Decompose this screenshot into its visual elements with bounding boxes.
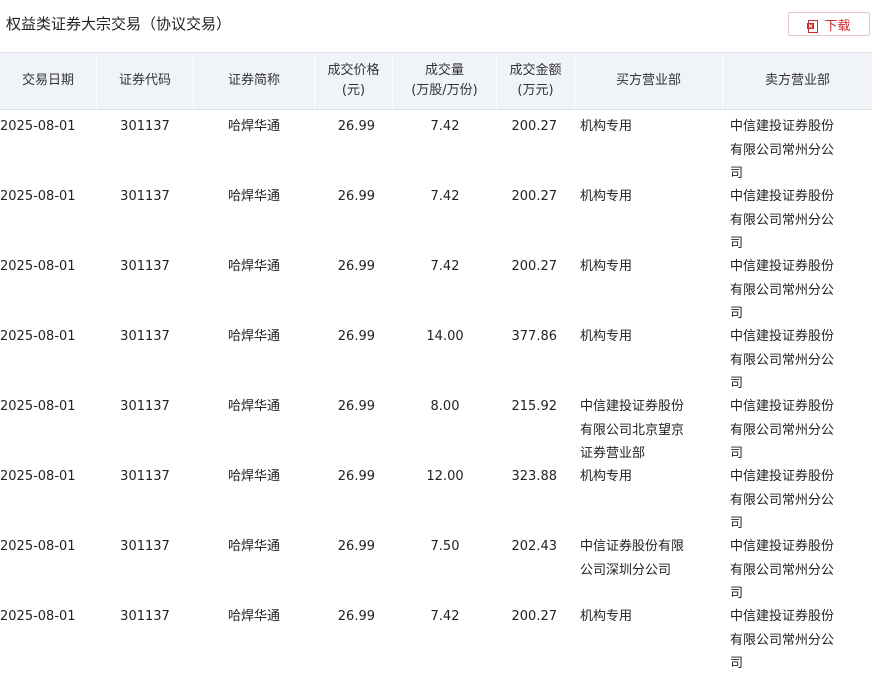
table-row: 2025-08-01 301137 哈焊华通 26.99 8.00 215.92 中信建投证… bbox=[0, 390, 872, 461]
cell-seller-branch: 中信建投证券股份有限公司常州分公司 bbox=[730, 119, 835, 181]
cell-amount: 200.27 bbox=[511, 609, 558, 624]
cell-price: 26.99 bbox=[337, 609, 375, 624]
table-row: 2025-08-01 301137 哈焊华通 26.99 7.42 200.27 机构专用 中… bbox=[0, 110, 872, 181]
table-row: 2025-08-01 301137 哈焊华通 26.99 7.42 200.27 机构专用 中… bbox=[0, 180, 872, 251]
cell-seller-branch: 中信建投证券股份有限公司常州分公司 bbox=[730, 259, 835, 321]
cell-amount: 215.92 bbox=[511, 399, 558, 414]
cell-security-name: 哈焊华通 bbox=[227, 259, 280, 274]
cell-volume: 7.42 bbox=[430, 119, 460, 134]
cell-security-code: 301137 bbox=[120, 259, 170, 274]
cell-trade-date: 2025-08-01 bbox=[0, 329, 76, 344]
cell-price: 26.99 bbox=[337, 329, 375, 344]
table-row: 2025-08-01 301137 哈焊华通 26.99 14.00 377.86 机构专用… bbox=[0, 320, 872, 391]
cell-security-code: 301137 bbox=[120, 469, 170, 484]
cell-security-code: 301137 bbox=[120, 609, 170, 624]
cell-trade-date: 2025-08-01 bbox=[0, 259, 76, 274]
cell-trade-date: 2025-08-01 bbox=[0, 469, 76, 484]
cell-trade-date: 2025-08-01 bbox=[0, 119, 76, 134]
cell-volume: 12.00 bbox=[426, 469, 464, 484]
cell-amount: 200.27 bbox=[511, 189, 558, 204]
header-volume: 成交量 (万股/万份) bbox=[393, 53, 497, 109]
cell-seller-branch: 中信建投证券股份有限公司常州分公司 bbox=[730, 189, 835, 251]
header-price: 成交价格 (元) bbox=[315, 53, 393, 109]
cell-buyer-branch: 机构专用 bbox=[580, 609, 633, 624]
cell-security-name: 哈焊华通 bbox=[227, 609, 280, 624]
cell-security-code: 301137 bbox=[120, 399, 170, 414]
header-security-code: 证券代码 bbox=[97, 53, 194, 109]
cell-security-code: 301137 bbox=[120, 539, 170, 554]
cell-buyer-branch: 机构专用 bbox=[580, 189, 633, 204]
cell-price: 26.99 bbox=[337, 469, 375, 484]
cell-price: 26.99 bbox=[337, 189, 375, 204]
cell-buyer-branch: 机构专用 bbox=[580, 119, 633, 134]
page-title: 权益类证券大宗交易（协议交易） bbox=[6, 15, 232, 33]
cell-amount: 200.27 bbox=[511, 119, 558, 134]
cell-seller-branch: 中信建投证券股份有限公司常州分公司 bbox=[730, 469, 835, 531]
cell-buyer-branch: 中信证券股份有限公司深圳分公司 bbox=[580, 539, 685, 578]
cell-security-name: 哈焊华通 bbox=[227, 329, 280, 344]
cell-price: 26.99 bbox=[337, 539, 375, 554]
cell-volume: 7.42 bbox=[430, 189, 460, 204]
cell-security-name: 哈焊华通 bbox=[227, 399, 280, 414]
cell-security-name: 哈焊华通 bbox=[227, 189, 280, 204]
header-buyer-branch: 买方营业部 bbox=[575, 53, 723, 109]
cell-trade-date: 2025-08-01 bbox=[0, 189, 76, 204]
cell-buyer-branch: 机构专用 bbox=[580, 259, 633, 274]
cell-amount: 200.27 bbox=[511, 259, 558, 274]
cell-buyer-branch: 机构专用 bbox=[580, 469, 633, 484]
download-file-icon bbox=[807, 18, 819, 33]
header-security-name: 证券简称 bbox=[194, 53, 315, 109]
cell-volume: 8.00 bbox=[430, 399, 460, 414]
cell-trade-date: 2025-08-01 bbox=[0, 609, 76, 624]
cell-seller-branch: 中信建投证券股份有限公司常州分公司 bbox=[730, 399, 835, 461]
cell-price: 26.99 bbox=[337, 399, 375, 414]
cell-buyer-branch: 机构专用 bbox=[580, 329, 633, 344]
cell-amount: 377.86 bbox=[511, 329, 558, 344]
cell-seller-branch: 中信建投证券股份有限公司常州分公司 bbox=[730, 329, 835, 391]
cell-security-code: 301137 bbox=[120, 119, 170, 134]
download-button[interactable]: 下载 bbox=[788, 12, 870, 36]
title-bar: 权益类证券大宗交易（协议交易） 下载 bbox=[0, 0, 872, 50]
cell-amount: 202.43 bbox=[511, 539, 558, 554]
table-row: 2025-08-01 301137 哈焊华通 26.99 12.00 323.88 机构专用… bbox=[0, 460, 872, 531]
table-row: 2025-08-01 301137 哈焊华通 26.99 7.42 200.27 机构专用 中… bbox=[0, 250, 872, 321]
header-seller-branch: 卖方营业部 bbox=[764, 73, 830, 88]
cell-price: 26.99 bbox=[337, 119, 375, 134]
cell-security-name: 哈焊华通 bbox=[227, 119, 280, 134]
cell-volume: 7.42 bbox=[430, 609, 460, 624]
table-header: 交易日期 证券代码 证券简称 成交价格 (元) 成交量 (万股/万份) 成交金额… bbox=[0, 52, 872, 110]
cell-volume: 7.42 bbox=[430, 259, 460, 274]
table-row: 2025-08-01 301137 哈焊华通 26.99 7.42 200.27 机构专用 中… bbox=[0, 600, 872, 671]
table-row: 2025-08-01 301137 哈焊华通 26.99 7.50 202.43 中信证券股… bbox=[0, 530, 872, 601]
cell-seller-branch: 中信建投证券股份有限公司常州分公司 bbox=[730, 609, 835, 671]
cell-security-code: 301137 bbox=[120, 329, 170, 344]
cell-trade-date: 2025-08-01 bbox=[0, 539, 76, 554]
cell-price: 26.99 bbox=[337, 259, 375, 274]
cell-buyer-branch: 中信建投证券股份有限公司北京望京证券营业部 bbox=[580, 399, 685, 461]
cell-security-code: 301137 bbox=[120, 189, 170, 204]
header-amount: 成交金额 (万元) bbox=[497, 53, 575, 109]
download-label: 下载 bbox=[824, 18, 851, 34]
cell-volume: 7.50 bbox=[430, 539, 460, 554]
cell-security-name: 哈焊华通 bbox=[227, 539, 280, 554]
cell-security-name: 哈焊华通 bbox=[227, 469, 280, 484]
cell-seller-branch: 中信建投证券股份有限公司常州分公司 bbox=[730, 539, 835, 601]
cell-trade-date: 2025-08-01 bbox=[0, 399, 76, 414]
cell-amount: 323.88 bbox=[511, 469, 558, 484]
header-trade-date: 交易日期 bbox=[0, 53, 97, 109]
cell-volume: 14.00 bbox=[426, 329, 464, 344]
